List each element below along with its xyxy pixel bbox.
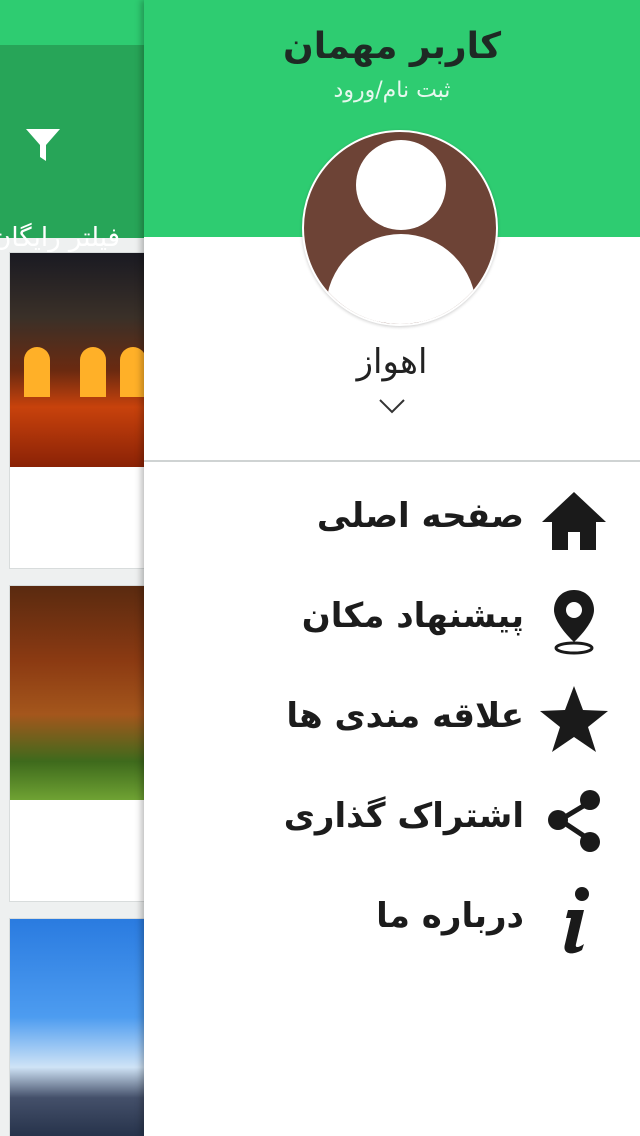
sign-up-login-link[interactable]: ثبت نام/ورود [144, 78, 640, 103]
bridge-arch [80, 347, 106, 397]
menu-item-label: صفحه اصلی [316, 496, 524, 536]
city-selector[interactable]: اهواز [144, 342, 640, 382]
menu-item-label: درباره ما [376, 896, 524, 936]
menu-item-label: پیشنهاد مکان [301, 596, 524, 636]
menu-item-about[interactable]: درباره ما [144, 874, 640, 970]
user-avatar-icon[interactable] [302, 130, 498, 326]
menu-item-suggest-place[interactable]: پیشنهاد مکان [144, 574, 640, 670]
menu-item-label: اشتراک گذاری [283, 796, 524, 836]
menu-item-home[interactable]: صفحه اصلی [144, 474, 640, 570]
filter-icon[interactable] [24, 125, 62, 165]
navigation-drawer: کاربر مهمان ثبت نام/ورود اهواز صفحه اصلی… [144, 0, 640, 1136]
filter-label: فیلتر رایگان [0, 223, 120, 253]
menu-item-favorites[interactable]: علاقه مندی ها [144, 674, 640, 770]
menu-item-share[interactable]: اشتراک گذاری [144, 774, 640, 870]
bridge-arch [120, 347, 146, 397]
bridge-arch [24, 347, 50, 397]
star-icon [540, 686, 608, 752]
user-name: کاربر مهمان [282, 26, 502, 67]
share-icon [548, 790, 600, 852]
location-pin-icon [554, 590, 594, 655]
divider [144, 460, 640, 462]
home-icon [542, 492, 606, 550]
avatar-head [356, 140, 446, 230]
avatar-body [326, 234, 476, 324]
chevron-down-icon[interactable] [378, 396, 406, 416]
menu-item-label: علاقه مندی ها [286, 696, 524, 736]
info-icon [564, 887, 589, 954]
